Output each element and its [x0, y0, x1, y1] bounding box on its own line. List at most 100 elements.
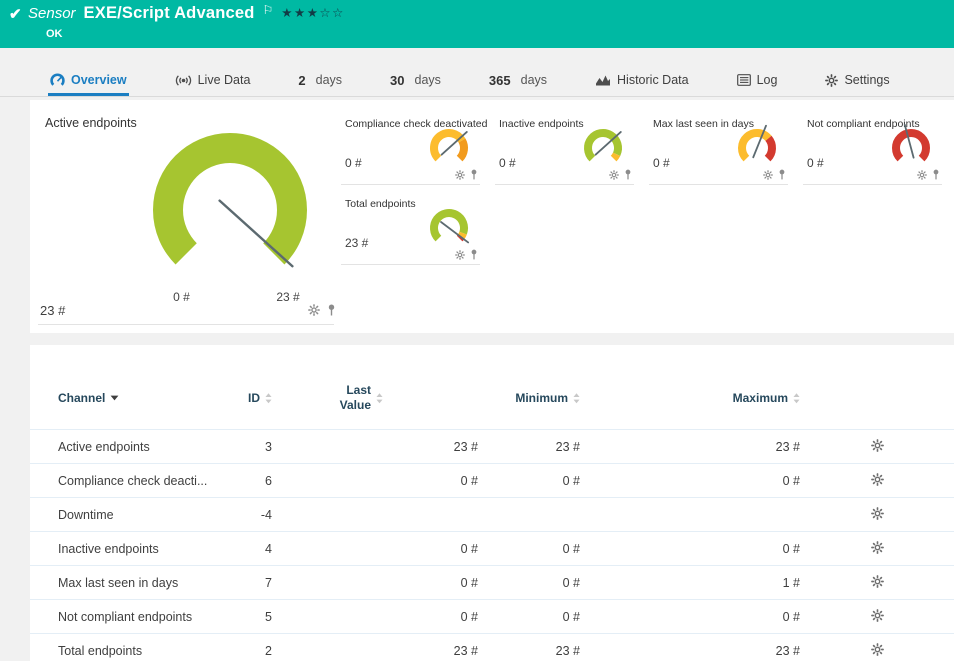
sort-desc-icon [110, 395, 119, 401]
channel-name[interactable]: Total endpoints [30, 644, 220, 658]
historic-data-icon [595, 74, 611, 86]
col-maximum[interactable]: Maximum [580, 391, 800, 405]
channel-name[interactable]: Inactive endpoints [30, 542, 220, 556]
mini-gauge-value: 0 # [653, 156, 670, 170]
channel-id: 5 [220, 610, 272, 624]
main-gauge-actions [308, 304, 336, 316]
tab-overview[interactable]: Overview [48, 64, 129, 96]
mini-gauge-actions [763, 169, 786, 180]
log-icon [737, 74, 751, 86]
overview-gauge-icon [50, 73, 65, 87]
table-row: Downtime -4 [30, 497, 954, 531]
channel-last-value: 0 # [272, 474, 478, 488]
tab-label: Live Data [198, 73, 251, 87]
channel-gear-icon[interactable] [871, 541, 884, 554]
channel-minimum: 23 # [478, 440, 580, 454]
object-type-label: Sensor [28, 5, 76, 22]
gauge-settings-gear-icon[interactable] [455, 250, 465, 260]
channel-gear-icon[interactable] [871, 609, 884, 622]
channel-actions [800, 541, 954, 557]
mini-gauge-label: Total endpoints [345, 198, 416, 210]
channel-id: 2 [220, 644, 272, 658]
gauge-settings-gear-icon[interactable] [455, 170, 465, 180]
gauge-settings-gear-icon[interactable] [917, 170, 927, 180]
channel-last-value: 0 # [272, 576, 478, 590]
channel-gear-icon[interactable] [871, 473, 884, 486]
channel-name[interactable]: Max last seen in days [30, 576, 220, 590]
tab-number: 30 [390, 73, 404, 88]
table-row: Inactive endpoints 4 0 # 0 # 0 # [30, 531, 954, 565]
channel-name[interactable]: Downtime [30, 508, 220, 522]
col-label: Last Value [331, 383, 371, 413]
channel-last-value: 0 # [272, 542, 478, 556]
tab-label: days [521, 73, 547, 87]
tab-number: 2 [298, 73, 305, 88]
main-gauge-value: 23 # [40, 303, 65, 318]
table-row: Compliance check deacti... 6 0 # 0 # 0 # [30, 463, 954, 497]
gauge-settings-gear-icon[interactable] [308, 304, 320, 316]
table-row: Max last seen in days 7 0 # 0 # 1 # [30, 565, 954, 599]
flag-icon[interactable]: ⚐ [263, 3, 274, 17]
tab-label: Settings [844, 73, 889, 87]
gauge-pin-icon[interactable] [624, 169, 632, 180]
col-minimum[interactable]: Minimum [478, 391, 580, 405]
mini-gauge-tile: Compliance check deactivated 0 # [338, 112, 492, 192]
channel-name[interactable]: Compliance check deacti... [30, 474, 220, 488]
col-channel[interactable]: Channel [30, 391, 220, 405]
mini-gauge-value: 0 # [807, 156, 824, 170]
gauge-settings-gear-icon[interactable] [763, 170, 773, 180]
gauge-pin-icon[interactable] [470, 169, 478, 180]
sort-icon [376, 393, 383, 404]
mini-gauge-value: 23 # [345, 236, 368, 250]
channel-id: 6 [220, 474, 272, 488]
tab-live-data[interactable]: Live Data [173, 64, 253, 96]
gauge-pin-icon[interactable] [327, 304, 336, 316]
tab-label: days [316, 73, 342, 87]
mini-gauge-label: Inactive endpoints [499, 118, 584, 130]
sort-icon [265, 393, 272, 404]
priority-stars[interactable]: ★★★☆☆ [281, 5, 345, 20]
tab-historic-data[interactable]: Historic Data [593, 64, 691, 96]
gauge-settings-gear-icon[interactable] [609, 170, 619, 180]
channel-gear-icon[interactable] [871, 507, 884, 520]
channel-id: 3 [220, 440, 272, 454]
tab-label: Log [757, 73, 778, 87]
tab-settings[interactable]: Settings [823, 64, 891, 96]
channel-gear-icon[interactable] [871, 439, 884, 452]
gauge-scale-max: 23 # [260, 290, 316, 304]
tab-log[interactable]: Log [735, 64, 780, 96]
channel-maximum: 0 # [580, 610, 800, 624]
prtg-sensor-page: ✔ Sensor EXE/Script Advanced ⚐ ★★★☆☆ OK … [0, 0, 954, 661]
col-label: Maximum [733, 391, 788, 405]
gauge-pin-icon[interactable] [470, 249, 478, 260]
channel-actions [800, 609, 954, 625]
channel-actions [800, 507, 954, 523]
mini-gauge-actions [455, 249, 478, 260]
tab-label: days [415, 73, 441, 87]
col-id[interactable]: ID [220, 391, 272, 405]
gauge-pin-icon[interactable] [932, 169, 940, 180]
mini-gauge-grid: Compliance check deactivated 0 # Inactiv… [338, 112, 954, 272]
tab-365-days[interactable]: 365 days [487, 64, 549, 96]
title-row: Sensor EXE/Script Advanced ⚐ ★★★☆☆ [28, 4, 345, 23]
tab-label: Historic Data [617, 73, 689, 87]
col-label: Channel [58, 391, 105, 405]
tab-2-days[interactable]: 2 days [296, 64, 344, 96]
channel-gear-icon[interactable] [871, 575, 884, 588]
tab-30-days[interactable]: 30 days [388, 64, 443, 96]
col-last-value[interactable]: Last Value [272, 383, 478, 413]
gauge-scale-min: 0 # [154, 290, 209, 304]
channel-name[interactable]: Not compliant endpoints [30, 610, 220, 624]
gauge-pin-icon[interactable] [778, 169, 786, 180]
channel-actions [800, 575, 954, 591]
channel-maximum: 23 # [580, 440, 800, 454]
mini-gauge-actions [917, 169, 940, 180]
channel-gear-icon[interactable] [871, 643, 884, 656]
live-data-icon [175, 74, 192, 87]
channel-last-value: 0 # [272, 610, 478, 624]
channel-name[interactable]: Active endpoints [30, 440, 220, 454]
channels-panel: Channel ID Last Value Minimum Maximum [30, 345, 954, 661]
channel-actions [800, 643, 954, 659]
channel-id: 4 [220, 542, 272, 556]
channel-actions [800, 439, 954, 455]
